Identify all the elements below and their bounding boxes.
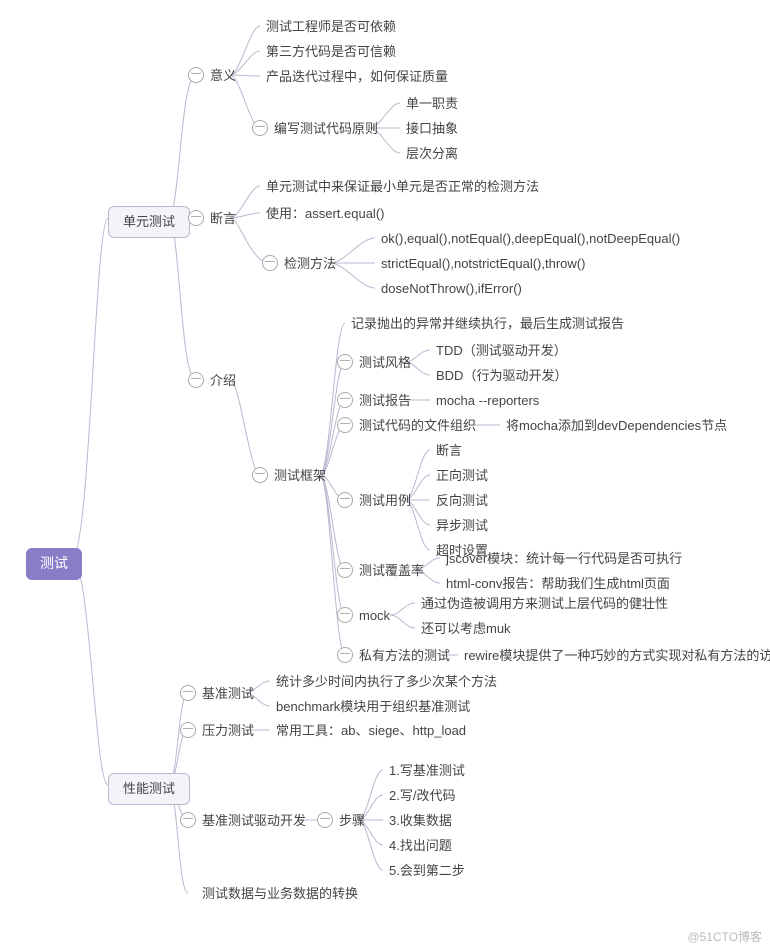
toggle-icon[interactable]: — [180, 812, 196, 828]
watermark: @51CTO博客 [687, 928, 762, 945]
toggle-icon[interactable]: — [180, 722, 196, 738]
connector-layer [0, 0, 770, 951]
leaf-p2: 接口抽象 [400, 118, 464, 140]
leaf-c2: html-conv报告：帮助我们生成html页面 [440, 573, 676, 595]
leaf-pr1: rewire模块提供了一种巧妙的方式实现对私有方法的访问 [458, 645, 770, 667]
leaf-st1: 常用工具：ab、siege、http_load [270, 720, 472, 742]
leaf-p3: 层次分离 [400, 143, 464, 165]
toggle-icon[interactable]: — [337, 492, 353, 508]
toggle-icon[interactable]: — [188, 372, 204, 388]
node-usecase[interactable]: 测试用例 [353, 490, 417, 512]
toggle-icon[interactable]: — [337, 647, 353, 663]
node-mock[interactable]: mock [353, 605, 396, 627]
node-meaning[interactable]: 意义 [204, 65, 242, 87]
leaf-s2: BDD（行为驱动开发） [430, 365, 573, 387]
leaf-d1: ok(),equal(),notEqual(),deepEqual(),notD… [375, 228, 686, 250]
toggle-icon[interactable]: — [337, 417, 353, 433]
node-unit-test[interactable]: 单元测试 [108, 206, 190, 238]
leaf-f1: 记录抛出的异常并继续执行，最后生成测试报告 [345, 313, 630, 335]
node-assert[interactable]: 断言 [204, 208, 242, 230]
leaf-mk1: 通过伪造被调用方来测试上层代码的健壮性 [415, 593, 674, 615]
node-intro[interactable]: 介绍 [204, 370, 242, 392]
leaf-b2: benchmark模块用于组织基准测试 [270, 696, 476, 718]
leaf-m2: 第三方代码是否可信赖 [260, 41, 402, 63]
node-bench[interactable]: 基准测试 [196, 683, 260, 705]
node-style[interactable]: 测试风格 [353, 352, 417, 374]
node-convert: 测试数据与业务数据的转换 [196, 883, 364, 905]
leaf-a2: 使用：assert.equal() [260, 203, 390, 225]
leaf-p1: 单一职责 [400, 93, 464, 115]
leaf-s1: TDD（测试驱动开发） [430, 340, 573, 362]
leaf-u2: 正向测试 [430, 465, 494, 487]
node-steps[interactable]: 步骤 [333, 810, 371, 832]
toggle-icon[interactable]: — [337, 562, 353, 578]
toggle-icon[interactable]: — [337, 607, 353, 623]
leaf-sp1: 1.写基准测试 [383, 760, 471, 782]
toggle-icon[interactable]: — [317, 812, 333, 828]
leaf-m1: 测试工程师是否可依赖 [260, 16, 402, 38]
leaf-a1: 单元测试中来保证最小单元是否正常的检测方法 [260, 176, 545, 198]
leaf-d2: strictEqual(),notstrictEqual(),throw() [375, 253, 591, 275]
leaf-sp5: 5.会到第二步 [383, 860, 471, 882]
leaf-d3: doseNotThrow(),ifError() [375, 278, 528, 300]
leaf-sp2: 2.写/改代码 [383, 785, 461, 807]
toggle-icon[interactable]: — [252, 467, 268, 483]
toggle-icon[interactable]: — [180, 685, 196, 701]
toggle-icon[interactable]: — [188, 210, 204, 226]
toggle-icon[interactable]: — [337, 392, 353, 408]
leaf-m3: 产品迭代过程中，如何保证质量 [260, 66, 454, 88]
node-framework[interactable]: 测试框架 [268, 465, 332, 487]
root-node[interactable]: 测试 [26, 548, 82, 580]
node-principle[interactable]: 编写测试代码原则 [268, 118, 384, 140]
leaf-u4: 异步测试 [430, 515, 494, 537]
leaf-sp4: 4.找出问题 [383, 835, 458, 857]
node-stress[interactable]: 压力测试 [196, 720, 260, 742]
toggle-icon[interactable]: — [262, 255, 278, 271]
leaf-u3: 反向测试 [430, 490, 494, 512]
leaf-r1: mocha --reporters [430, 390, 545, 412]
node-private[interactable]: 私有方法的测试 [353, 645, 456, 667]
leaf-sp3: 3.收集数据 [383, 810, 458, 832]
leaf-b1: 统计多少时间内执行了多少次某个方法 [270, 671, 503, 693]
node-benchdrive[interactable]: 基准测试驱动开发 [196, 810, 312, 832]
toggle-icon[interactable]: — [188, 67, 204, 83]
leaf-fo1: 将mocha添加到devDependencies节点 [500, 415, 733, 437]
node-detect[interactable]: 检测方法 [278, 253, 342, 275]
leaf-u1: 断言 [430, 440, 468, 462]
node-fileorg[interactable]: 测试代码的文件组织 [353, 415, 482, 437]
leaf-c1: jscover模块：统计每一行代码是否可执行 [440, 548, 688, 570]
node-coverage[interactable]: 测试覆盖率 [353, 560, 430, 582]
node-report[interactable]: 测试报告 [353, 390, 417, 412]
leaf-mk2: 还可以考虑muk [415, 618, 517, 640]
node-perf-test[interactable]: 性能测试 [108, 773, 190, 805]
toggle-icon[interactable]: — [337, 354, 353, 370]
toggle-icon[interactable]: — [252, 120, 268, 136]
